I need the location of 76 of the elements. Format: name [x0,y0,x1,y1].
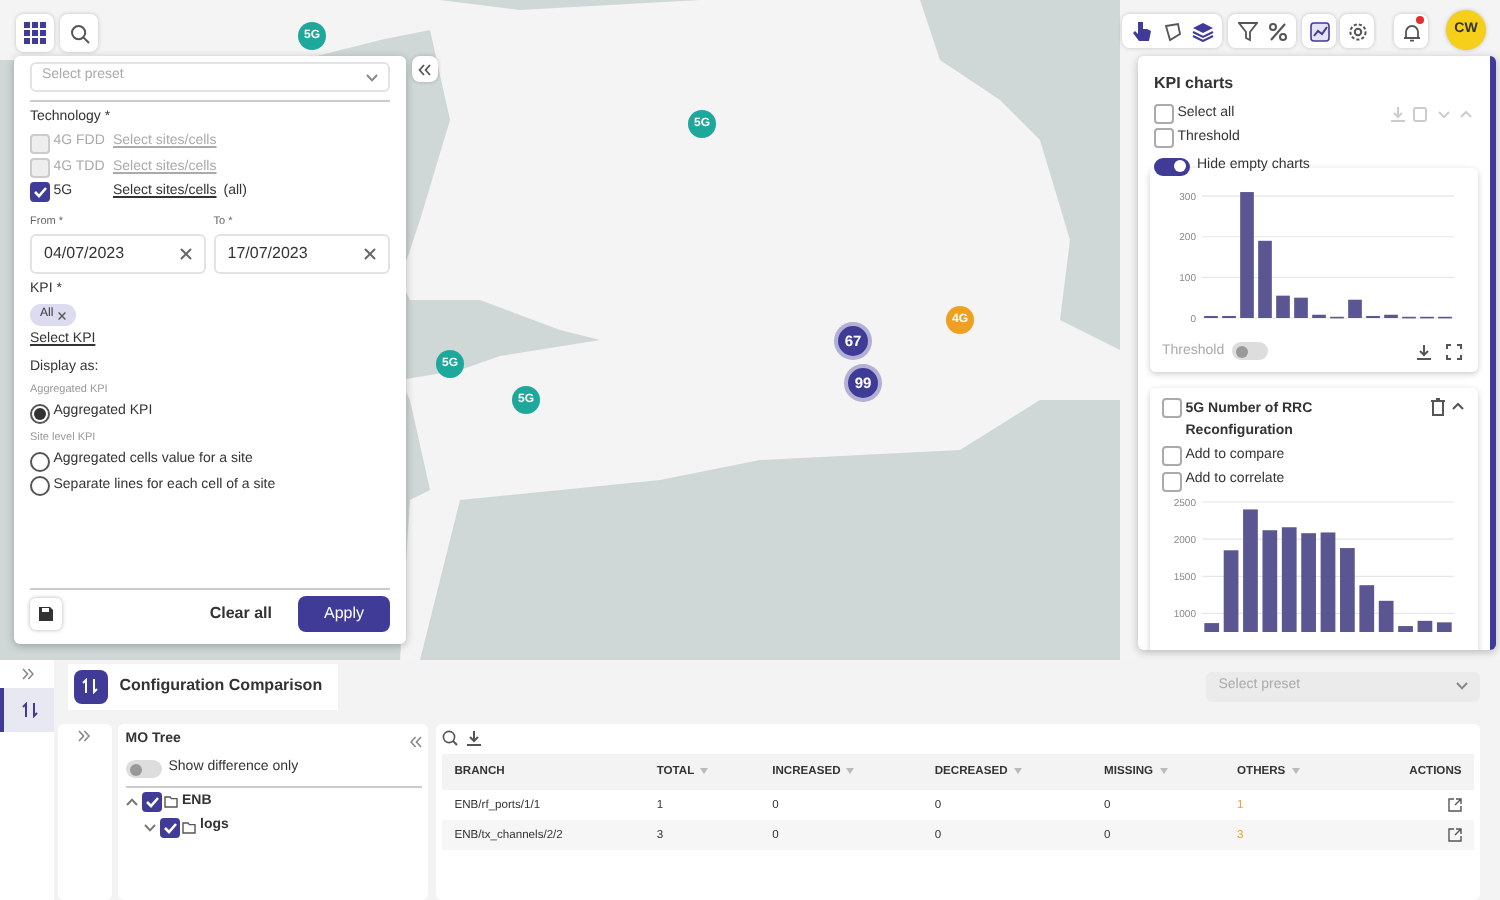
swap-arrows-icon [82,678,99,695]
search-icon [69,23,89,43]
swap-arrows-icon [21,702,37,718]
hand-pointer-icon[interactable] [1131,20,1151,42]
chart-bar [1398,625,1413,632]
chart-bar [1240,191,1254,318]
chart-bar [1417,620,1433,632]
date-to-field[interactable]: 17/07/2023 [213,233,390,273]
toggle-switch[interactable] [125,760,162,778]
chart-bar [1320,531,1336,632]
chart-bar [1301,532,1316,632]
layers-icon[interactable] [1191,21,1213,41]
chevron-down-icon [1456,682,1469,691]
grid-icon [24,22,46,44]
chevron-up-icon[interactable] [125,798,138,807]
toggle-switch[interactable] [1231,342,1268,361]
chart-bar [1223,549,1239,632]
radio-button[interactable] [30,451,50,471]
chart-bar [1243,508,1258,632]
remove-icon[interactable] [57,311,66,320]
chart-bar [1359,584,1375,632]
notifications-button[interactable] [1394,14,1428,48]
expand-icon[interactable] [1446,343,1463,360]
checkbox[interactable] [30,182,50,202]
open-external-icon[interactable] [1447,797,1462,812]
filter-icon[interactable] [1237,21,1257,41]
checkbox[interactable] [159,817,179,837]
apply-button[interactable]: Apply [297,596,390,632]
chart-bar [1348,299,1362,318]
download-icon[interactable] [1416,343,1433,360]
chevron-down-icon [366,73,378,81]
chevron-down-icon[interactable] [143,823,156,831]
double-chevron-right-icon[interactable] [78,730,91,743]
checkbox[interactable] [1162,471,1182,492]
clear-icon[interactable] [364,247,376,259]
lasso-icon[interactable] [1161,21,1181,41]
percent-icon[interactable] [1267,21,1287,41]
checkbox[interactable] [1162,446,1182,467]
checkbox[interactable] [1154,103,1174,124]
chart-bar [1258,240,1272,318]
checkbox[interactable] [141,792,161,813]
checkbox[interactable] [1154,128,1174,148]
panel-title: KPI charts [1154,72,1236,96]
open-external-icon[interactable] [1447,827,1462,842]
double-chevron-right-icon[interactable] [21,668,33,680]
chart-bar [1276,295,1290,318]
download-icon[interactable] [465,730,482,747]
line-chart-icon[interactable] [1309,21,1329,41]
double-chevron-left-icon [418,63,432,75]
trash-icon[interactable] [1430,398,1447,416]
chart-bar [1204,622,1220,632]
clear-icon[interactable] [180,247,193,259]
comparison-nav-item[interactable] [0,688,54,732]
search-button[interactable] [60,14,98,52]
chart-bar [1281,526,1297,632]
chart-bar [1262,529,1278,632]
chart-bar [1294,297,1308,318]
chart-bar [1340,547,1355,632]
save-button[interactable] [30,598,62,630]
chart-bar [1436,621,1452,632]
search-icon[interactable] [442,730,459,747]
date-from-field[interactable]: 04/07/2023 [30,233,207,273]
double-chevron-left-icon[interactable] [409,735,422,747]
apps-menu-button[interactable] [16,14,54,52]
toggle-switch[interactable] [1154,157,1190,175]
checkbox[interactable] [1162,398,1182,418]
chart-bar [1378,600,1394,632]
bell-icon [1401,21,1421,41]
radio-button[interactable] [30,403,50,423]
collapse-button[interactable] [412,56,438,82]
clipboard-icon[interactable] [1412,105,1428,122]
page-title: Configuration Comparison [119,674,323,699]
chevron-up-icon[interactable] [1450,398,1466,414]
radio-button[interactable] [30,475,50,496]
settings-icon[interactable] [1347,21,1367,41]
clear-all-button[interactable]: Clear all [197,596,284,632]
